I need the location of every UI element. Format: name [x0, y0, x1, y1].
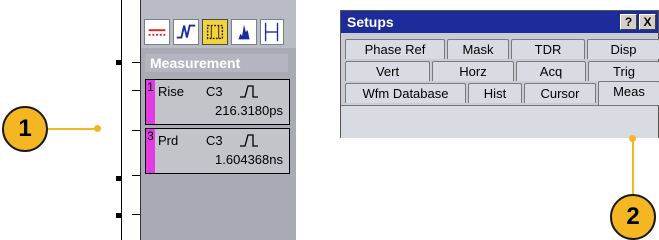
tab-hist[interactable]: Hist [468, 83, 522, 103]
toolbar [141, 0, 296, 48]
period-icon [240, 134, 258, 147]
measurement-name: Rise [158, 84, 185, 99]
callout-1: 1 [2, 106, 48, 152]
ruler-tick [132, 130, 140, 131]
measurement-readout-3[interactable]: 3 Prd C3 1.604368ns [145, 128, 290, 174]
trigger-level-icon[interactable] [144, 19, 170, 45]
callout-2: 2 [610, 194, 656, 240]
waveform-icon[interactable] [173, 19, 199, 45]
ruler-tick [132, 62, 140, 63]
tab-cursor[interactable]: Cursor [524, 83, 596, 103]
measurement-value: 1.604368ns [215, 152, 283, 167]
measurement-source: C3 [206, 133, 223, 148]
tab-horz[interactable]: Horz [432, 61, 514, 81]
dialog-body [341, 105, 658, 138]
setups-dialog: Setups ? X Phase Ref Mask TDR Disp Vert … [340, 10, 659, 138]
tab-disp[interactable]: Disp [587, 39, 659, 59]
rise-edge-icon [240, 85, 258, 98]
measurement-readout-1[interactable]: 1 Rise C3 216.3180ps [145, 79, 290, 125]
ruler-tick [132, 90, 140, 91]
measurement-source: C3 [206, 84, 223, 99]
tab-tdr[interactable]: TDR [511, 39, 585, 59]
measurement-header: Measurement [145, 54, 288, 72]
measurement-name: Prd [158, 133, 179, 148]
tab-wfm-database[interactable]: Wfm Database [345, 83, 466, 103]
ruler-axis [121, 0, 122, 240]
ruler-tick [132, 175, 140, 176]
tab-meas[interactable]: Meas [598, 81, 659, 105]
callout-2-leader [632, 138, 634, 200]
histogram-icon[interactable] [231, 19, 257, 45]
ruler-tick [132, 214, 140, 215]
graticule-ruler [106, 0, 141, 240]
callout-1-anchor [94, 125, 101, 132]
tab-vert[interactable]: Vert [345, 61, 430, 81]
close-button[interactable]: X [639, 14, 656, 30]
measurement-icon[interactable] [202, 19, 228, 45]
measurement-panel: Measurement 1 Rise C3 216.3180ps 3 Prd C… [141, 48, 296, 240]
dialog-title-bar: Setups ? X [341, 11, 658, 33]
cursor-icon[interactable] [260, 19, 284, 45]
measurement-slot-number: 1 [146, 80, 155, 124]
tab-acq[interactable]: Acq [516, 61, 586, 81]
tab-trig[interactable]: Trig [588, 61, 659, 81]
callout-2-anchor [629, 135, 636, 142]
measurement-value: 216.3180ps [215, 103, 283, 118]
help-button[interactable]: ? [620, 14, 637, 30]
tab-mask[interactable]: Mask [447, 39, 509, 59]
measurement-slot-number: 3 [146, 129, 155, 173]
tab-phase-ref[interactable]: Phase Ref [345, 39, 445, 59]
dialog-title: Setups [347, 14, 394, 30]
callout-1-leader [44, 128, 96, 130]
